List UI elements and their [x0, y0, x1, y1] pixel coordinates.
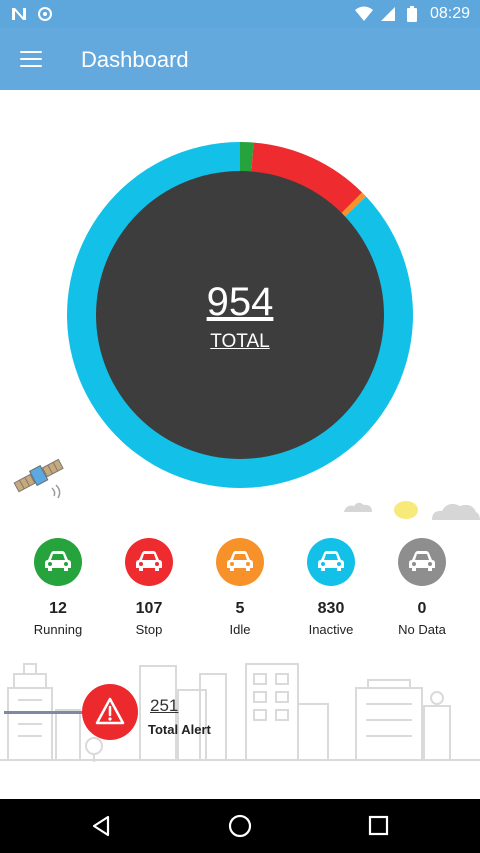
stat-count: 12 [49, 600, 67, 617]
stat-count: 5 [235, 600, 245, 617]
total-label[interactable]: TOTAL [0, 331, 480, 353]
car-icon[interactable] [125, 538, 173, 586]
stat-label: Stop [135, 622, 163, 637]
stat-running[interactable]: 12 Running [13, 538, 103, 637]
page-title: Dashboard [81, 47, 189, 72]
total-alert-label: Total Alert [148, 722, 211, 737]
stat-count: 107 [135, 600, 163, 617]
stat-inactive[interactable]: 830 Inactive [286, 538, 376, 637]
app-bar: Dashboard [0, 28, 480, 90]
total-alert-count[interactable]: 251 [150, 696, 178, 716]
n-notification-icon [12, 8, 26, 20]
battery-icon [407, 6, 417, 22]
car-icon[interactable] [307, 538, 355, 586]
status-bar: 08:29 [0, 0, 480, 28]
stat-label: Running [33, 622, 83, 637]
satellite-icon [13, 458, 64, 499]
recents-icon[interactable] [366, 813, 392, 839]
stat-count: 830 [317, 600, 345, 617]
stat-idle[interactable]: 5 Idle [195, 538, 285, 637]
stat-stop[interactable]: 107 Stop [104, 538, 194, 637]
car-icon[interactable] [216, 538, 264, 586]
status-time: 08:29 [429, 5, 470, 22]
stat-label: No Data [398, 622, 446, 637]
alert-divider [4, 711, 86, 714]
wifi-icon [355, 6, 373, 21]
car-icon[interactable] [398, 538, 446, 586]
stat-count: 0 [417, 600, 427, 617]
android-nav-bar [0, 799, 480, 853]
total-alert-button[interactable] [82, 684, 138, 740]
shield-icon [38, 7, 52, 21]
stat-no-data[interactable]: 0 No Data [377, 538, 467, 637]
total-count[interactable]: 954 [0, 279, 480, 325]
weather-decoration-icon [344, 501, 480, 520]
back-icon[interactable] [88, 813, 114, 839]
home-icon[interactable] [227, 813, 253, 839]
stat-label: Inactive [308, 622, 354, 637]
menu-icon[interactable] [20, 51, 42, 67]
signal-icon [381, 7, 395, 21]
warning-icon [95, 697, 125, 725]
stat-label: Idle [229, 622, 251, 637]
car-icon[interactable] [34, 538, 82, 586]
